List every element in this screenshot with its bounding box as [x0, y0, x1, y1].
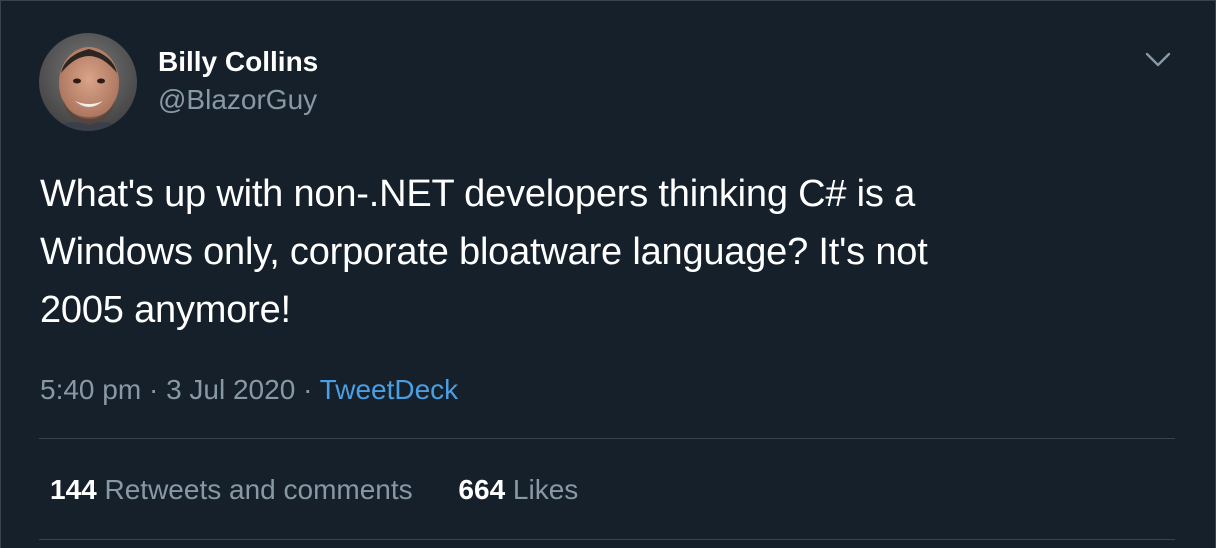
tweet-text-line: Windows only, corporate bloatware langua…: [40, 231, 928, 273]
tweet-meta: 5:40 pm · 3 Jul 2020 · TweetDeck: [40, 373, 458, 407]
likes-count: 664: [458, 474, 506, 505]
likes-label: Likes: [512, 474, 579, 505]
retweets-label: Retweets and comments: [104, 474, 413, 505]
divider: [39, 539, 1175, 540]
tweet-source-link[interactable]: TweetDeck: [320, 374, 459, 405]
tweet-text-line: What's up with non-.NET developers think…: [40, 173, 916, 215]
tweet-time[interactable]: 5:40 pm: [40, 374, 141, 405]
retweets-count: 144: [50, 474, 97, 505]
user-handle[interactable]: @BlazorGuy: [158, 83, 317, 117]
tweet-text-line: 2005 anymore!: [40, 289, 291, 331]
display-name[interactable]: Billy Collins: [158, 45, 318, 79]
tweet-stats: 144 Retweets and comments 664 Likes: [50, 473, 578, 507]
tweet-date[interactable]: 3 Jul 2020: [166, 374, 295, 405]
likes-stat[interactable]: 664 Likes: [458, 473, 578, 507]
tweet-card: Billy Collins @BlazorGuy What's up with …: [0, 0, 1216, 548]
profile-photo: [39, 33, 137, 131]
divider: [39, 438, 1175, 439]
meta-separator: ·: [303, 374, 313, 405]
tweet-text: What's up with non-.NET developers think…: [40, 165, 1180, 339]
avatar[interactable]: [39, 33, 137, 131]
chevron-down-icon[interactable]: [1141, 45, 1175, 75]
meta-separator: ·: [148, 374, 159, 405]
retweets-stat[interactable]: 144 Retweets and comments: [50, 473, 413, 507]
